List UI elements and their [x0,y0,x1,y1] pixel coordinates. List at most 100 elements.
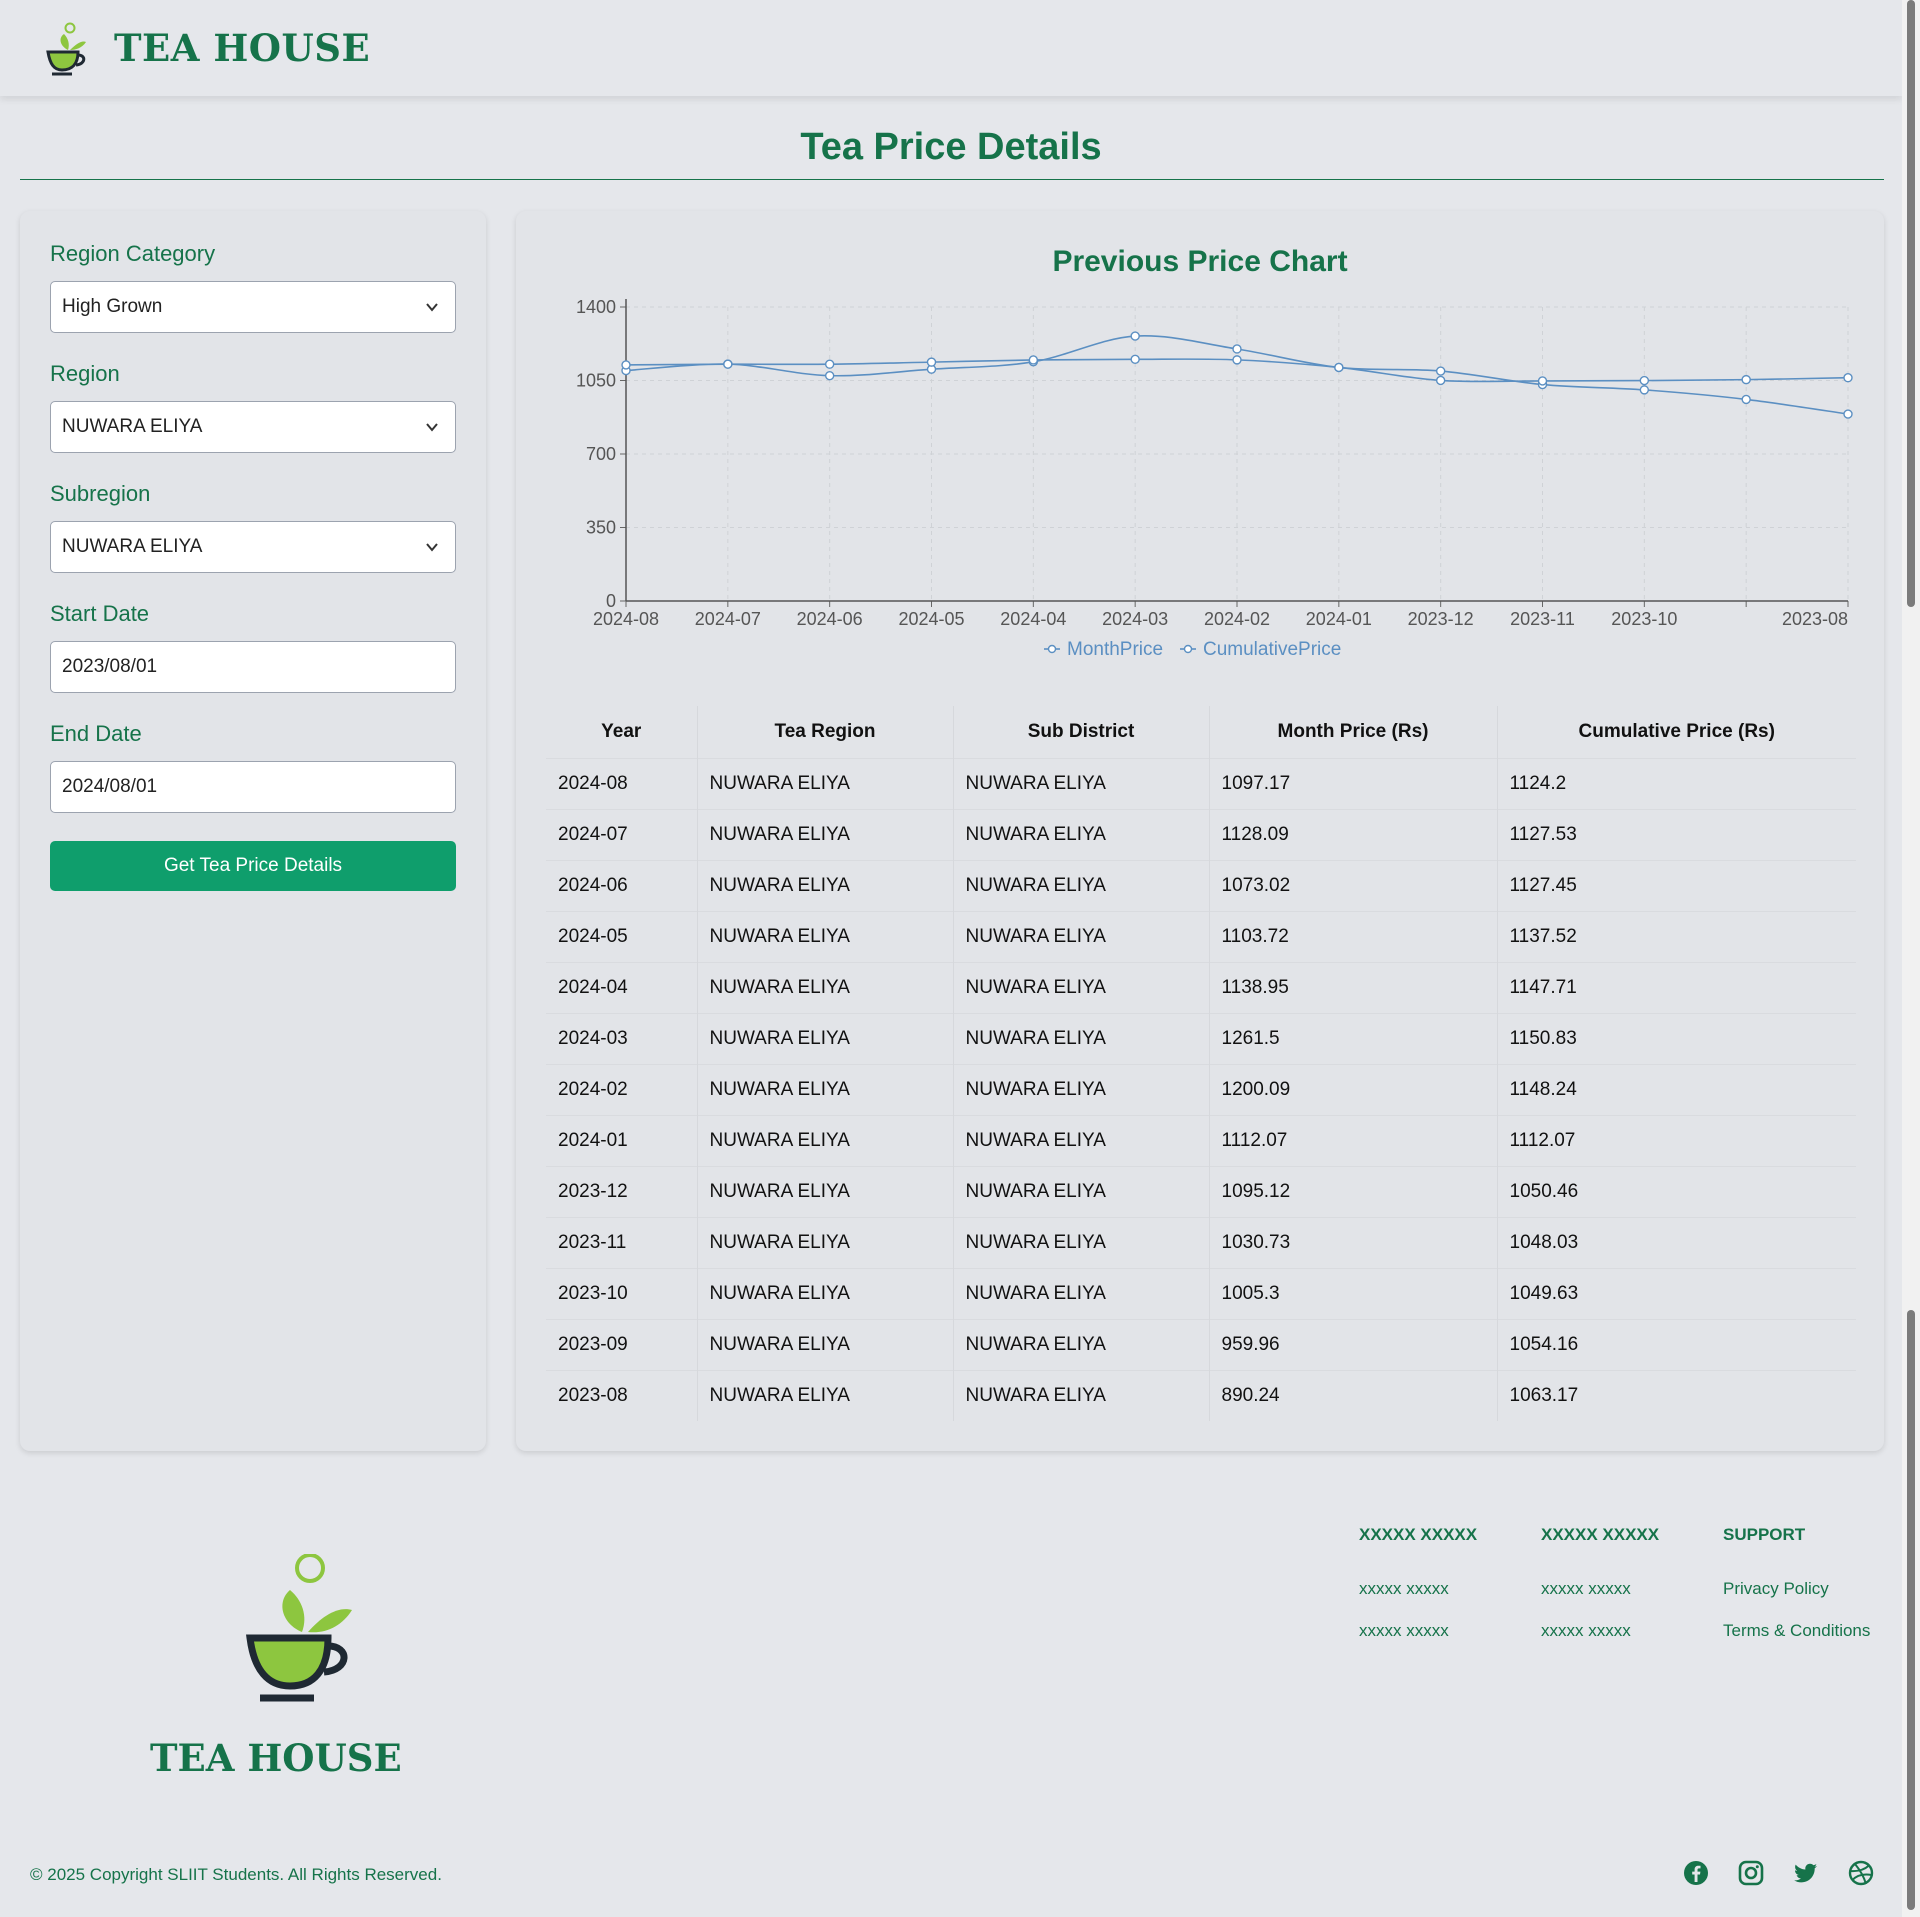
table-cell: 1063.17 [1497,1369,1856,1421]
table-cell: NUWARA ELIYA [697,757,954,809]
table-header-row: Year Tea Region Sub District Month Price (R… [546,706,1856,758]
table-cell: NUWARA ELIYA [953,1216,1210,1268]
region-select[interactable]: NUWARA ELIYA [50,401,456,453]
page-scrollbar[interactable] [1902,0,1920,1917]
table-cell: NUWARA ELIYA [697,1318,954,1370]
table-row: 2023-09 NUWARA ELIYA NUWARA ELIYA 959.96 105… [546,1318,1856,1370]
table-header-cell: Year [546,706,698,758]
table-row: 2024-05 NUWARA ELIYA NUWARA ELIYA 1103.72 11… [546,910,1856,962]
table-cell: 2024-05 [546,910,698,962]
subregion-select[interactable]: NUWARA ELIYA [50,521,456,573]
y-tick-label: 700 [586,444,616,464]
footer-column-2: XXXXX XXXXX xxxxx xxxxx xxxxx xxxxx [1541,1525,1659,1663]
table-cell: 1054.16 [1497,1318,1856,1370]
footer-column-support: SUPPORT Privacy Policy Terms & Condition… [1723,1525,1870,1663]
price-table-container: Year Tea Region Sub District Month Price (R… [546,706,1856,1421]
table-cell: NUWARA ELIYA [953,1012,1210,1064]
twitter-icon[interactable] [1793,1860,1819,1886]
chevron-down-icon [426,303,438,312]
region-category-label: Region Category [50,241,216,266]
table-cell: 1095.12 [1209,1165,1498,1217]
footer-link[interactable]: xxxxx xxxxx [1359,1579,1477,1599]
data-point [1232,344,1242,354]
table-cell: NUWARA ELIYA [697,1216,954,1268]
table-cell: NUWARA ELIYA [953,1267,1210,1319]
footer-link[interactable]: xxxxx xxxxx [1541,1579,1659,1599]
region-category-select[interactable]: High Grown [50,281,456,333]
filter-form: Region Category High Grown Region NUWARA… [20,211,486,1451]
dribbble-icon[interactable] [1848,1860,1874,1886]
get-tea-price-details-button[interactable]: Get Tea Price Details [50,841,456,891]
table-cell: 1148.24 [1497,1063,1856,1115]
data-point [1334,362,1344,373]
legend-label: MonthPrice [1067,639,1163,660]
table-cell: 2023-09 [546,1318,698,1370]
footer-column-heading: XXXXX XXXXX [1541,1525,1660,1544]
table-cell: NUWARA ELIYA [697,1369,954,1421]
table-header-cell: Tea Region [697,706,954,758]
x-tick-label: 2024-03 [1102,609,1168,629]
start-date-input[interactable]: 2023/08/01 [50,641,456,693]
table-cell: 1112.07 [1209,1114,1498,1166]
table-cell: NUWARA ELIYA [953,859,1210,911]
table-cell: 2024-01 [546,1114,698,1166]
table-cell: NUWARA ELIYA [697,1063,954,1115]
table-cell: 2024-06 [546,859,698,911]
footer-column-1: XXXXX XXXXX xxxxx xxxxx xxxxx xxxxx [1359,1525,1477,1663]
facebook-icon[interactable] [1683,1860,1709,1886]
start-date-value: 2023/08/01 [62,656,158,677]
tea-cup-logo-icon [246,1554,352,1702]
brand-name[interactable]: TEA HOUSE [114,26,370,70]
footer-column-heading: XXXXX XXXXX [1359,1525,1478,1544]
privacy-policy-link[interactable]: Privacy Policy [1723,1579,1870,1599]
subregion-label: Subregion [50,481,151,506]
table-cell: 2024-02 [546,1063,698,1115]
x-tick-label: 2024-01 [1306,609,1372,629]
x-tick-label: 2023-10 [1611,609,1677,629]
data-point [621,360,631,370]
terms-conditions-link[interactable]: Terms & Conditions [1723,1621,1870,1641]
legend-label: CumulativePrice [1203,639,1341,660]
copyright-text: © 2025 Copyright SLIIT Students. All Rig… [30,1865,442,1884]
price-table: Year Tea Region Sub District Month Price (R… [546,706,1856,1421]
footer-link[interactable]: xxxxx xxxxx [1359,1621,1477,1641]
table-cell: 1127.45 [1497,859,1856,911]
table-cell: 2023-12 [546,1165,698,1217]
data-point [1843,409,1853,419]
table-cell: NUWARA ELIYA [953,808,1210,860]
scrollbar-thumb[interactable] [1907,1310,1915,1910]
x-tick-label: 2024-07 [695,609,761,629]
x-tick-label: 2023-11 [1510,609,1575,629]
end-date-input[interactable]: 2024/08/01 [50,761,456,813]
data-point [824,359,835,369]
footer-link[interactable]: xxxxx xxxxx [1541,1621,1659,1641]
footer-column-heading: SUPPORT [1723,1525,1806,1544]
instagram-icon[interactable] [1738,1860,1764,1886]
scrollbar-thumb[interactable] [1907,0,1915,607]
table-cell: NUWARA ELIYA [953,757,1210,809]
table-cell: 2024-03 [546,1012,698,1064]
data-point [926,357,937,367]
table-header-cell: Sub District [953,706,1210,758]
table-row: 2024-04 NUWARA ELIYA NUWARA ELIYA 1138.95 11… [546,961,1856,1013]
chevron-down-icon [426,543,438,552]
table-cell: 890.24 [1209,1369,1498,1421]
table-cell: 1049.63 [1497,1267,1856,1319]
y-tick-label: 350 [586,518,616,538]
site-footer: TEA HOUSE XXXXX XXXXX xxxxx xxxxx xxxxx … [0,1470,1902,1917]
data-point [1843,373,1853,383]
table-cell: 1048.03 [1497,1216,1856,1268]
table-cell: 2023-11 [546,1216,698,1268]
table-cell: NUWARA ELIYA [697,1114,954,1166]
table-cell: 1030.73 [1209,1216,1498,1268]
table-cell: NUWARA ELIYA [697,910,954,962]
tea-cup-logo-icon[interactable] [40,20,90,76]
data-point [1435,375,1446,386]
data-point [1741,394,1751,405]
subregion-value: NUWARA ELIYA [62,536,203,557]
table-row: 2024-08 NUWARA ELIYA NUWARA ELIYA 1097.17 11… [546,757,1856,809]
table-row: 2024-02 NUWARA ELIYA NUWARA ELIYA 1200.09 11… [546,1063,1856,1115]
table-cell: 1050.46 [1497,1165,1856,1217]
table-row: 2024-03 NUWARA ELIYA NUWARA ELIYA 1261.5 115… [546,1012,1856,1064]
price-line-chart[interactable]: 0 350 700 1050 1400 2024-08 2024-07 2024-06 2024… [516,291,1884,691]
